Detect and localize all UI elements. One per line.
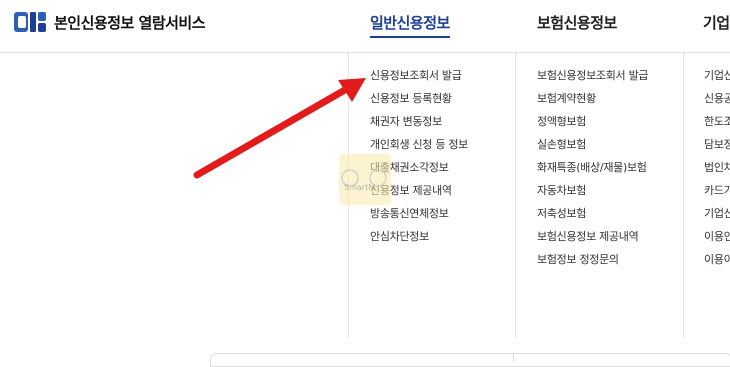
menu-item-corporate-6[interactable]: 카드가 [704,183,730,206]
watermark-text: SmartM [344,183,376,192]
menu-item-corporate-2[interactable]: 신용공 [704,91,730,114]
menu-item-credit-report-issue[interactable]: 신용정보조회서 발급 [370,68,468,91]
menu-item-insurance-provision-history[interactable]: 보험신용정보 제공내역 [537,229,648,252]
menu-item-insurance-correction[interactable]: 보험정보 정정문의 [537,252,648,275]
menu-item-indemnity-insurance[interactable]: 실손형보험 [537,137,648,160]
service-title[interactable]: 본인신용정보 열람서비스 [54,12,206,33]
menu-column-divider [683,53,684,338]
menu-item-insurance-report-issue[interactable]: 보험신용정보조회서 발급 [537,68,649,91]
menu-item-fire-special-insurance[interactable]: 화재특종(배상/재물)보험 [537,160,648,183]
menu-item-corporate-5[interactable]: 법인차 [704,160,730,183]
site-header: 본인신용정보 열람서비스 일반신용정보 보험신용정보 기업 [0,0,730,53]
menu-item-telecom-delinquency[interactable]: 방송통신연체정보 [370,206,468,229]
menu-item-corporate-3[interactable]: 한도조 [704,114,730,137]
menu-item-insurance-contracts[interactable]: 보험계약현황 [537,91,648,114]
menu-item-auto-insurance[interactable]: 자동차보험 [537,183,648,206]
menu-item-credit-registration-status[interactable]: 신용정보 등록현황 [370,91,468,114]
menu-item-corporate-7[interactable]: 기업신 [704,206,730,229]
menu-column-divider [515,53,516,338]
nav-active-underline [370,36,450,38]
menu-item-corporate-4[interactable]: 담보정 [704,137,730,160]
menu-item-savings-insurance[interactable]: 저축성보험 [537,206,648,229]
content-box-top-edge [210,353,730,367]
menu-list-insurance: 보험신용정보조회서 발급 보험계약현황 정액형보험 실손형보험 화재특종(배상/… [537,68,649,275]
nav-corporate-info[interactable]: 기업 [703,12,730,33]
menu-item-creditor-change[interactable]: 채권자 변동정보 [370,114,468,137]
watermark-badge [339,154,391,205]
nav-general-credit-info[interactable]: 일반신용정보 [370,12,450,33]
menu-list-corporate: 기업신 신용공 한도조 담보정 법인차 카드가 기업신 이용인 이용이 [704,68,730,275]
menu-item-corporate-8[interactable]: 이용인 [704,229,730,252]
menu-item-fixed-insurance[interactable]: 정액형보험 [537,114,648,137]
cis-logo-icon[interactable] [14,10,46,34]
menu-item-corporate-1[interactable]: 기업신 [704,68,730,91]
menu-item-corporate-9[interactable]: 이용이 [704,252,730,275]
menu-item-safe-block[interactable]: 안심차단정보 [370,229,468,252]
nav-insurance-credit-info[interactable]: 보험신용정보 [537,12,617,33]
